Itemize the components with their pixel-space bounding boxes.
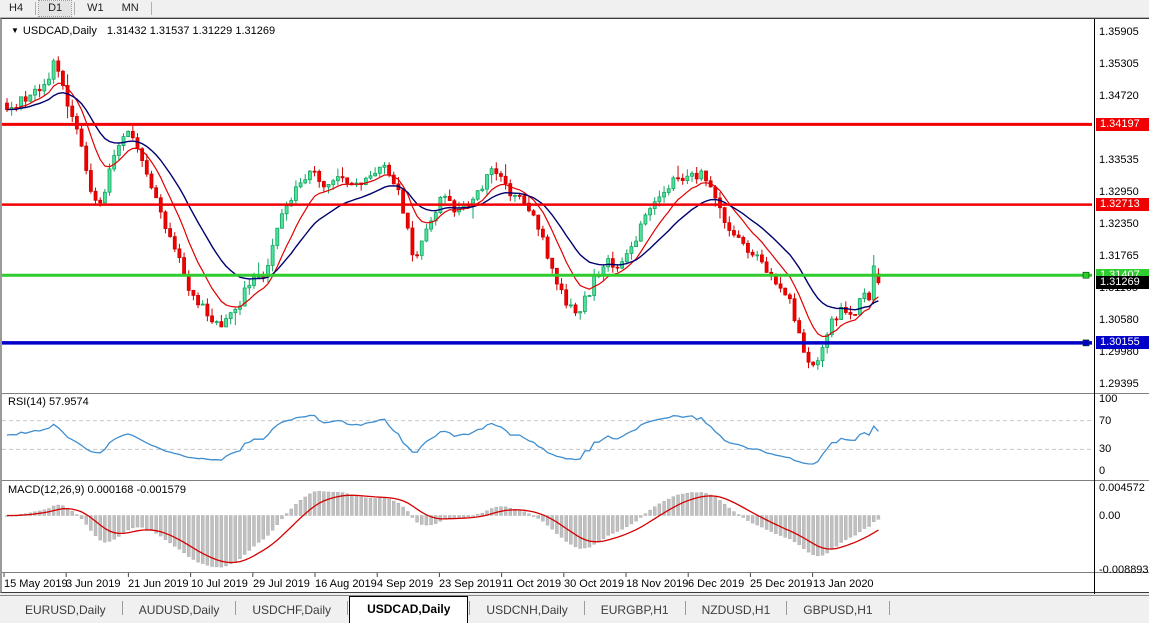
tab-separator	[786, 601, 787, 615]
date-tick-label: 15 May 2019	[4, 578, 68, 590]
date-tick-label: 4 Sep 2019	[377, 578, 433, 590]
rsi-tick-label: 70	[1099, 415, 1111, 427]
macd-tick-label: 0.004572	[1099, 482, 1145, 494]
macd-tick-label: 0.00	[1099, 510, 1120, 522]
macd-tick-label: -0.008893	[1099, 564, 1149, 576]
tab-nzdusd-h1[interactable]: NZDUSD,H1	[687, 598, 786, 623]
date-tick-label: 30 Oct 2019	[564, 578, 624, 590]
date-tick-label: 29 Jul 2019	[253, 578, 310, 590]
date-tick-label: 3 Jun 2019	[66, 578, 120, 590]
price-tick-label: 1.32350	[1099, 218, 1139, 230]
price-tick-label: 1.35905	[1099, 26, 1139, 38]
price-tick-label: 1.33535	[1099, 154, 1139, 166]
level-line-support-line-blue[interactable]	[2, 340, 1092, 346]
tab-separator	[469, 601, 470, 615]
rsi-name: RSI(14)	[8, 396, 46, 408]
tab-separator	[235, 601, 236, 615]
level-label-support-line-blue: 1.30155	[1096, 336, 1149, 349]
chevron-down-icon[interactable]: ▼	[11, 26, 19, 35]
timeframe-button-h4[interactable]: H4	[0, 1, 32, 16]
symbol-tabs-bar: EURUSD,DailyAUDUSD,DailyUSDCHF,DailyUSDC…	[0, 595, 1149, 623]
tab-separator	[685, 601, 686, 615]
mt4-terminal: { "toolbar": { "timeframes": [ {"label":…	[0, 0, 1149, 623]
rsi-value: 57.9574	[49, 396, 89, 408]
tab-usdcnh-daily[interactable]: USDCNH,Daily	[471, 598, 582, 623]
date-tick-label: 16 Aug 2019	[315, 578, 377, 590]
chart-title: ▼ USDCAD,Daily 1.31432 1.31537 1.31229 1.3…	[11, 25, 275, 37]
date-tick-label: 18 Nov 2019	[626, 578, 688, 590]
macd-name: MACD(12,26,9)	[8, 484, 84, 496]
date-tick-label: 13 Jan 2020	[813, 578, 874, 590]
chart-ohlc-values: 1.31432 1.31537 1.31229 1.31269	[107, 25, 275, 37]
chart-plot-area[interactable]	[2, 19, 1149, 594]
timeframe-button-mn[interactable]: MN	[113, 1, 148, 16]
macd-signal-value: -0.001579	[136, 484, 186, 496]
tab-separator	[584, 601, 585, 615]
tab-usdchf-daily[interactable]: USDCHF,Daily	[237, 598, 346, 623]
timeframe-button-w1[interactable]: W1	[78, 1, 113, 16]
tab-gbpusd-h1[interactable]: GBPUSD,H1	[788, 598, 887, 623]
chart-window[interactable]: ▼ USDCAD,Daily 1.31432 1.31537 1.31229 1.3…	[0, 18, 1149, 593]
price-tick-label: 1.32950	[1099, 186, 1139, 198]
date-tick-label: 23 Sep 2019	[439, 578, 501, 590]
level-line-support-line-green[interactable]	[2, 272, 1092, 278]
rsi-tick-label: 100	[1099, 393, 1117, 405]
level-handle[interactable]	[1083, 340, 1089, 346]
macd-signal-line	[7, 495, 878, 562]
rsi-line	[7, 415, 878, 464]
price-tick-label: 1.29395	[1099, 378, 1139, 390]
candles-layer	[6, 56, 880, 370]
rsi-tick-label: 0	[1099, 465, 1105, 477]
price-tick-label: 1.30580	[1099, 314, 1139, 326]
date-tick-label: 21 Jun 2019	[128, 578, 189, 590]
macd-indicator-label: MACD(12,26,9) 0.000168 -0.001579	[8, 484, 186, 496]
tab-separator	[889, 601, 890, 615]
current-price-label: 1.31269	[1096, 276, 1149, 289]
date-tick-label: 11 Oct 2019	[502, 578, 561, 590]
macd-main-value: 0.000168	[87, 484, 133, 496]
ma-fast-line	[7, 83, 878, 336]
tab-eurusd-daily[interactable]: EURUSD,Daily	[10, 598, 121, 623]
price-tick-label: 1.35305	[1099, 58, 1139, 70]
level-label-resistance-line-upper: 1.34197	[1096, 118, 1149, 131]
price-tick-label: 1.31765	[1099, 250, 1139, 262]
chart-symbol-label: USDCAD,Daily	[23, 25, 97, 37]
price-tick-label: 1.34720	[1099, 90, 1139, 102]
level-label-resistance-line-mid: 1.32713	[1096, 198, 1149, 211]
rsi-indicator-label: RSI(14) 57.9574	[8, 396, 89, 408]
tab-usdcad-daily[interactable]: USDCAD,Daily	[349, 596, 468, 623]
level-handle[interactable]	[1083, 272, 1089, 278]
rsi-gridlines	[2, 421, 1094, 450]
tab-eurgbp-h1[interactable]: EURGBP,H1	[586, 598, 684, 623]
timeframe-toolbar: H4 D1 W1MN	[0, 0, 1149, 18]
date-tick-label: 6 Dec 2019	[688, 578, 744, 590]
date-tick-label: 25 Dec 2019	[750, 578, 812, 590]
macd-histogram	[6, 491, 880, 567]
toolbar-separator	[151, 2, 152, 15]
tab-audusd-daily[interactable]: AUDUSD,Daily	[124, 598, 235, 623]
toolbar-separator	[35, 2, 36, 15]
date-tick-label: 10 Jul 2019	[191, 578, 248, 590]
timeframe-button-d1[interactable]: D1	[39, 1, 71, 16]
tab-separator	[122, 601, 123, 615]
toolbar-separator	[74, 2, 75, 15]
rsi-tick-label: 30	[1099, 443, 1111, 455]
tab-separator	[347, 601, 348, 615]
